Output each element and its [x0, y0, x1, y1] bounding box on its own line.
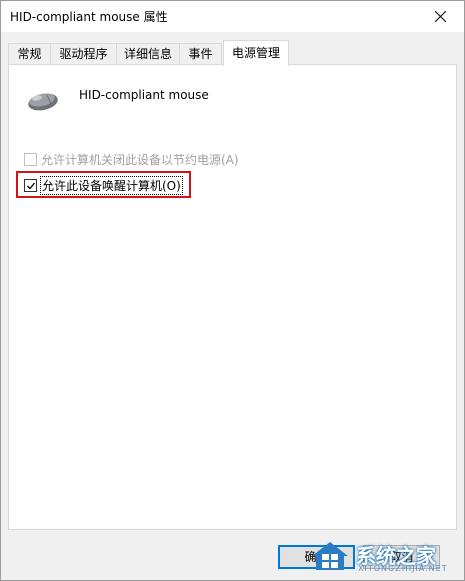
mouse-icon	[25, 87, 61, 113]
tab-events[interactable]: 事件	[179, 43, 222, 65]
watermark-subtext: XITONGZHIJIA.NET	[358, 564, 448, 573]
window-title: HID-compliant mouse 属性	[10, 10, 168, 24]
tab-driver[interactable]: 驱动程序	[50, 43, 117, 65]
watermark: 系统之家 XITONGZHIJIA.NET	[308, 536, 458, 576]
tab-general[interactable]: 常规	[8, 43, 51, 65]
house-logo-icon	[312, 542, 348, 570]
allow-power-off-label: 允许计算机关闭此设备以节约电源(A)	[41, 152, 239, 167]
close-icon	[435, 11, 446, 22]
power-management-panel: HID-compliant mouse 允许计算机关闭此设备以节约电源(A) 允…	[8, 64, 457, 530]
tab-details[interactable]: 详细信息	[116, 43, 180, 65]
close-button[interactable]	[418, 1, 464, 32]
title-bar: HID-compliant mouse 属性	[1, 1, 464, 32]
highlight-annotation	[16, 171, 191, 198]
allow-power-off-option[interactable]: 允许计算机关闭此设备以节约电源(A)	[24, 150, 239, 168]
allow-power-off-checkbox[interactable]	[24, 152, 37, 166]
tab-power-management[interactable]: 电源管理	[223, 40, 289, 66]
device-name: HID-compliant mouse	[79, 88, 209, 102]
properties-window: HID-compliant mouse 属性 常规 驱动程序 详细信息 事件 电…	[0, 0, 465, 581]
